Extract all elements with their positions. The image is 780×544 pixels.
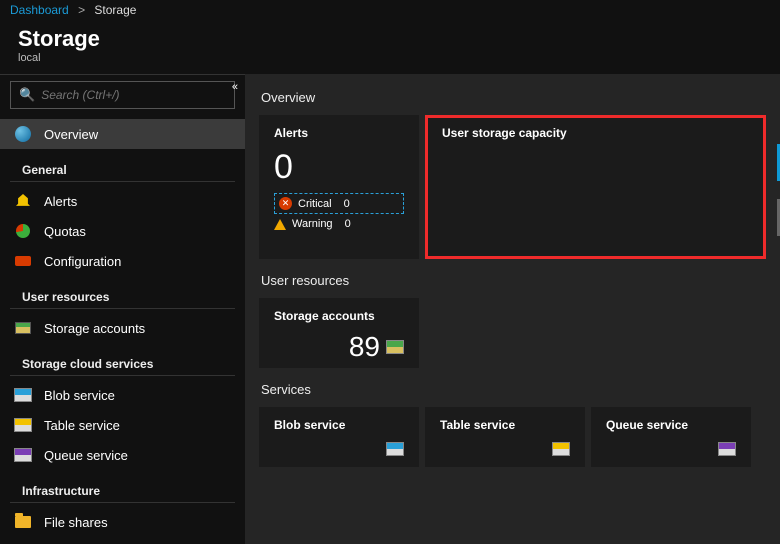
page-subtitle: local — [18, 52, 762, 64]
config-icon — [14, 252, 32, 270]
bell-icon — [14, 192, 32, 210]
sidebar-item-file-shares[interactable]: File shares — [0, 507, 245, 537]
sidebar-item-queue-service[interactable]: Queue service — [0, 440, 245, 470]
sidebar-group-user-resources: User resources — [10, 280, 235, 309]
blob-tile-icon — [14, 386, 32, 404]
sidebar-item-label: File shares — [44, 515, 108, 530]
sidebar-item-configuration[interactable]: Configuration — [0, 246, 245, 276]
breadcrumb-root-link[interactable]: Dashboard — [10, 3, 69, 17]
sidebar-item-label: Blob service — [44, 388, 115, 403]
queue-tile-icon — [14, 446, 32, 464]
storage-accounts-icon — [386, 340, 404, 354]
sidebar-item-table-service[interactable]: Table service — [0, 410, 245, 440]
sidebar: « 🔍 Overview General Alerts Quotas Confi… — [0, 74, 245, 544]
alerts-critical-count: 0 — [344, 198, 350, 210]
queue-service-title: Queue service — [606, 418, 736, 432]
page-title: Storage — [18, 26, 762, 52]
blob-tile-icon — [386, 442, 404, 456]
alerts-critical-label: Critical — [298, 198, 332, 210]
alerts-warning-label: Warning — [292, 218, 333, 230]
sidebar-item-label: Overview — [44, 127, 98, 142]
storage-accounts-title: Storage accounts — [274, 309, 404, 323]
sidebar-item-label: Queue service — [44, 448, 128, 463]
blob-service-title: Blob service — [274, 418, 404, 432]
folder-icon — [14, 513, 32, 531]
warning-icon — [274, 219, 286, 230]
alerts-total: 0 — [274, 148, 404, 187]
globe-icon — [14, 125, 32, 143]
blob-service-card[interactable]: Blob service — [259, 407, 419, 467]
sidebar-item-overview[interactable]: Overview — [0, 119, 245, 149]
alerts-critical-row[interactable]: ✕ Critical 0 — [274, 193, 404, 214]
page-header: Storage local — [0, 22, 780, 74]
storage-accounts-value: 89 — [349, 331, 380, 363]
breadcrumb-separator: > — [78, 3, 85, 17]
sidebar-item-label: Quotas — [44, 224, 86, 239]
sidebar-group-cloud-services: Storage cloud services — [10, 347, 235, 376]
storage-icon — [14, 319, 32, 337]
section-title-user-resources: User resources — [261, 273, 764, 288]
section-title-services: Services — [261, 382, 764, 397]
critical-icon: ✕ — [279, 197, 292, 210]
content-area: Overview Alerts 0 ✕ Critical 0 Warning 0… — [245, 74, 780, 544]
alerts-warning-count: 0 — [345, 218, 351, 230]
sidebar-item-label: Configuration — [44, 254, 121, 269]
sidebar-item-blob-service[interactable]: Blob service — [0, 380, 245, 410]
sidebar-item-label: Alerts — [44, 194, 77, 209]
quota-icon — [14, 222, 32, 240]
queue-tile-icon — [718, 442, 736, 456]
alerts-card[interactable]: Alerts 0 ✕ Critical 0 Warning 0 — [259, 115, 419, 259]
storage-accounts-card[interactable]: Storage accounts 89 — [259, 298, 419, 368]
search-input-wrap[interactable]: 🔍 — [10, 81, 235, 109]
breadcrumb-current: Storage — [94, 3, 136, 17]
section-title-overview: Overview — [261, 90, 764, 105]
table-tile-icon — [552, 442, 570, 456]
sidebar-item-label: Table service — [44, 418, 120, 433]
sidebar-item-alerts[interactable]: Alerts — [0, 186, 245, 216]
sidebar-item-storage-accounts[interactable]: Storage accounts — [0, 313, 245, 343]
capacity-card[interactable]: User storage capacity 12 % used Used spa… — [425, 115, 766, 259]
capacity-card-title: User storage capacity — [442, 126, 567, 140]
queue-service-card[interactable]: Queue service — [591, 407, 751, 467]
search-icon: 🔍 — [19, 87, 35, 103]
sidebar-group-general: General — [10, 153, 235, 182]
table-service-title: Table service — [440, 418, 570, 432]
alerts-card-title: Alerts — [274, 126, 404, 140]
alerts-warning-row[interactable]: Warning 0 — [274, 214, 404, 234]
sidebar-item-quotas[interactable]: Quotas — [0, 216, 245, 246]
table-tile-icon — [14, 416, 32, 434]
search-input[interactable] — [41, 88, 226, 102]
breadcrumb: Dashboard > Storage — [0, 0, 780, 22]
collapse-sidebar-icon[interactable]: « — [232, 81, 235, 93]
sidebar-item-label: Storage accounts — [44, 321, 145, 336]
sidebar-group-infrastructure: Infrastructure — [10, 474, 235, 503]
table-service-card[interactable]: Table service — [425, 407, 585, 467]
